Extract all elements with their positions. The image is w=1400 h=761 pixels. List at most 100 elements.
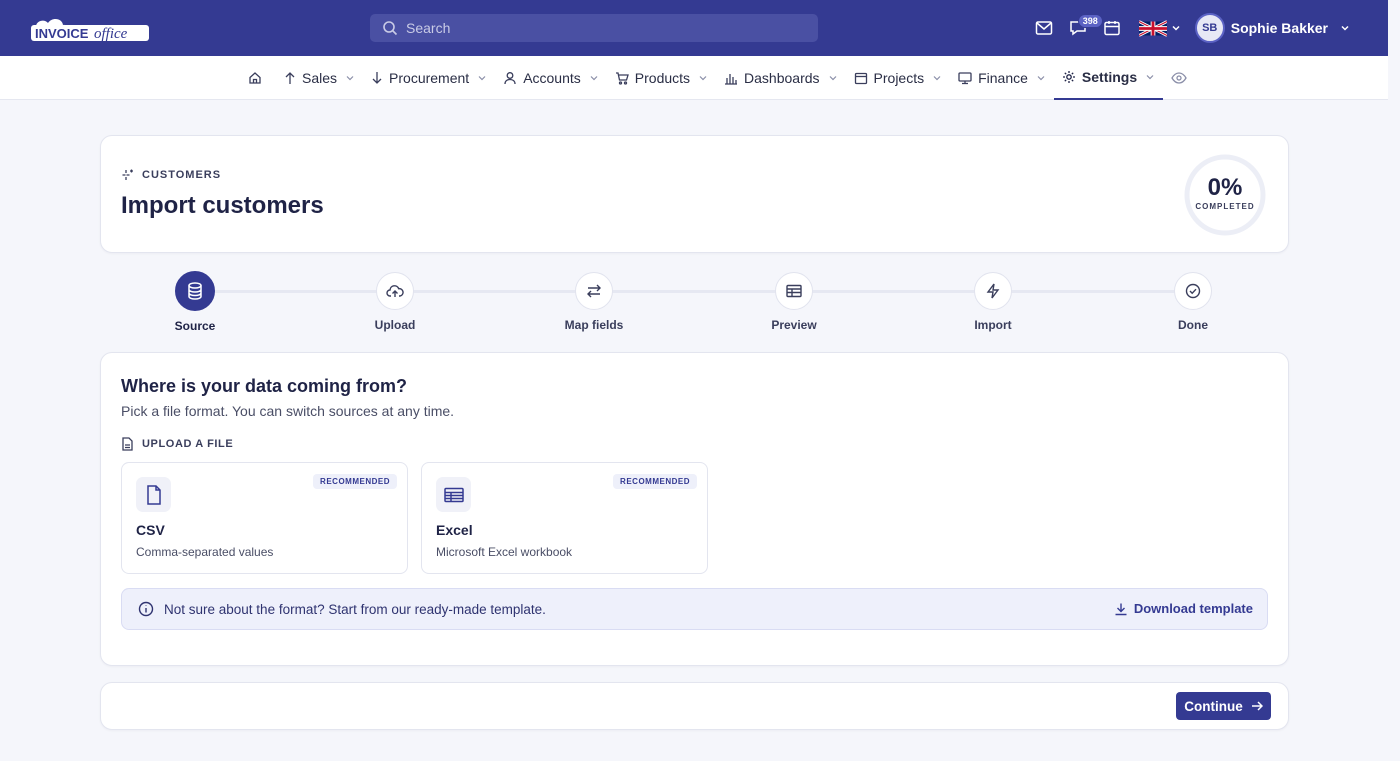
mail-icon	[1035, 21, 1052, 35]
arrow-right-icon	[1251, 701, 1263, 711]
recommended-badge: RECOMMENDED	[613, 474, 697, 489]
nav-finance[interactable]: Finance	[950, 56, 1054, 100]
nav-projects[interactable]: Projects	[846, 56, 951, 100]
search-placeholder: Search	[406, 20, 451, 36]
arrow-up-icon	[285, 71, 295, 84]
nav-products[interactable]: Products	[607, 56, 716, 100]
chevron-down-icon	[699, 75, 707, 80]
progress-ring: 0% COMPLETED	[1184, 154, 1266, 236]
swap-arrows-icon	[587, 284, 601, 298]
table-icon	[786, 284, 802, 298]
download-template-link[interactable]: Download template	[1114, 601, 1253, 616]
excel-option[interactable]: RECOMMENDED Excel Microsoft Excel workbo…	[421, 462, 708, 574]
database-icon	[188, 282, 202, 300]
step-map-fields[interactable]: Map fields	[554, 272, 634, 332]
nav-accounts[interactable]: Accounts	[495, 56, 607, 100]
svg-text:INVOICE: INVOICE	[35, 26, 89, 41]
home-icon	[249, 71, 261, 84]
upload-section-label: UPLOAD A FILE	[121, 437, 233, 451]
uk-flag-icon[interactable]	[1138, 19, 1167, 37]
gear-icon	[1062, 70, 1075, 83]
chevron-down-icon[interactable]	[1171, 23, 1181, 33]
calendar-button[interactable]	[1095, 12, 1129, 44]
top-bar: INVOICE office Search 398 SB Sophie Bakk…	[0, 0, 1388, 56]
nav-dashboards[interactable]: Dashboards	[716, 56, 846, 100]
avatar[interactable]: SB	[1194, 13, 1225, 43]
user-name[interactable]: Sophie Bakker	[1231, 20, 1328, 36]
chevron-down-icon	[933, 75, 941, 80]
step-done[interactable]: Done	[1153, 272, 1233, 332]
step-label: Preview	[771, 318, 817, 332]
step-label: Done	[1178, 318, 1208, 332]
recommended-badge: RECOMMENDED	[313, 474, 397, 489]
lightning-icon	[986, 283, 1000, 299]
top-actions: 398 SB Sophie Bakker	[1027, 12, 1350, 44]
info-text: Not sure about the format? Start from ou…	[164, 601, 546, 617]
import-header-card: CUSTOMERS Import customers 0% COMPLETED	[100, 135, 1289, 253]
search-bar[interactable]: Search	[370, 14, 818, 42]
option-description: Comma-separated values	[136, 545, 274, 559]
file-icon	[122, 437, 133, 451]
nav-home[interactable]	[240, 56, 276, 100]
search-icon	[383, 21, 398, 36]
eye-icon	[1171, 71, 1187, 84]
chevron-down-icon	[1146, 74, 1154, 79]
excel-icon-box	[436, 477, 471, 512]
chevron-down-icon[interactable]	[1340, 23, 1350, 33]
invoiceoffice-logo[interactable]: INVOICE office	[28, 12, 153, 44]
step-label: Upload	[374, 318, 416, 332]
progress-label: COMPLETED	[1195, 202, 1255, 211]
nav-label: Projects	[873, 69, 925, 86]
user-icon	[504, 71, 516, 84]
csv-option[interactable]: RECOMMENDED CSV Comma-separated values	[121, 462, 408, 574]
check-circle-icon	[1185, 283, 1201, 299]
info-icon	[138, 601, 154, 617]
nav-label: Procurement	[389, 69, 470, 86]
section-title: Where is your data coming from?	[121, 376, 408, 396]
nav-label: Products	[634, 69, 691, 86]
eyebrow-label: CUSTOMERS	[142, 169, 222, 181]
step-circle	[775, 272, 813, 310]
chevron-down-icon	[346, 75, 354, 80]
chevron-down-icon	[478, 75, 486, 80]
folder-icon	[854, 72, 867, 84]
main-nav: Sales Procurement Accounts Products Dash…	[0, 56, 1388, 100]
option-name: Excel	[436, 522, 473, 538]
template-info-banner: Not sure about the format? Start from ou…	[121, 588, 1268, 630]
sparkle-icon	[122, 169, 133, 180]
calendar-icon	[1103, 21, 1120, 36]
monitor-icon	[958, 71, 972, 84]
chat-button[interactable]: 398	[1061, 12, 1103, 44]
step-import[interactable]: Import	[953, 272, 1033, 332]
arrow-down-icon	[372, 71, 382, 84]
step-label: Map fields	[564, 318, 624, 332]
download-label: Download template	[1133, 601, 1253, 616]
nav-sales[interactable]: Sales	[276, 56, 363, 100]
step-circle	[1174, 272, 1212, 310]
option-name: CSV	[136, 522, 165, 538]
nav-view-toggle[interactable]	[1163, 56, 1201, 100]
step-source[interactable]: Source	[155, 271, 235, 333]
step-circle	[575, 272, 613, 310]
footer-actions-card: Continue	[100, 682, 1289, 730]
download-icon	[1115, 603, 1127, 615]
nav-label: Accounts	[523, 69, 581, 86]
nav-procurement[interactable]: Procurement	[363, 56, 495, 100]
step-label: Source	[174, 319, 216, 333]
cloud-upload-icon	[386, 285, 404, 297]
breadcrumb: CUSTOMERS	[121, 168, 221, 182]
continue-button[interactable]: Continue	[1176, 692, 1271, 720]
section-subtitle: Pick a file format. You can switch sourc…	[121, 403, 455, 419]
step-circle	[376, 272, 414, 310]
mail-button[interactable]	[1027, 12, 1061, 44]
step-preview[interactable]: Preview	[754, 272, 834, 332]
nav-settings[interactable]: Settings	[1053, 56, 1164, 100]
nav-label: Sales	[302, 69, 338, 86]
upload-label-text: UPLOAD A FILE	[142, 438, 234, 450]
stepper-track	[195, 290, 1194, 293]
page-title: Import customers	[121, 192, 324, 219]
spreadsheet-icon	[443, 487, 464, 502]
nav-label: Settings	[1081, 68, 1138, 85]
step-upload[interactable]: Upload	[355, 272, 435, 332]
step-circle	[175, 271, 215, 311]
